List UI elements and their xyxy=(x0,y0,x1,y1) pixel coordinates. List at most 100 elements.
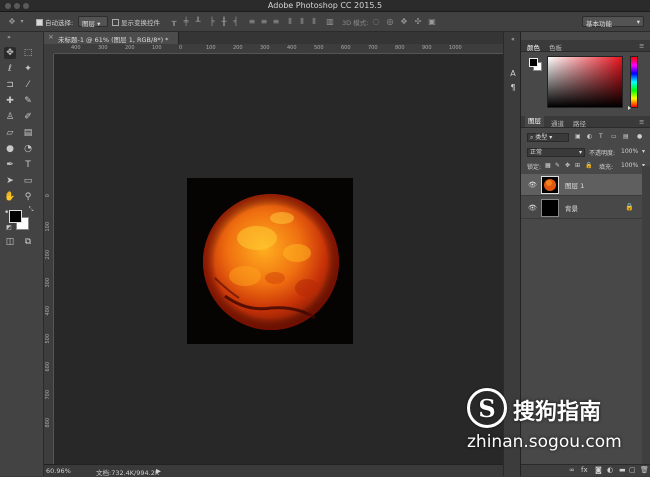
tab-channels[interactable]: 通道 xyxy=(551,118,564,128)
screen-mode-icon[interactable]: ⧉ xyxy=(22,236,34,248)
auto-align-icon[interactable]: ▥ xyxy=(326,17,334,26)
align-left-icon[interactable]: ╞ xyxy=(208,17,216,26)
path-selection-tool-icon[interactable]: ➤ xyxy=(4,175,16,187)
lock-image-icon[interactable]: ✎ xyxy=(555,162,560,169)
new-group-icon[interactable]: ▬ xyxy=(619,466,626,474)
filter-pixel-icon[interactable]: ▣ xyxy=(575,133,581,140)
layer-row-background[interactable]: 👁 背景 🔒 xyxy=(521,197,642,219)
link-layers-icon[interactable]: ∞ xyxy=(569,466,575,474)
add-mask-icon[interactable]: ◙ xyxy=(595,466,602,474)
3d-rotate-icon[interactable]: ◌ xyxy=(372,17,380,26)
align-right-icon[interactable]: ╡ xyxy=(232,17,240,26)
lasso-tool-icon[interactable]: ℓ xyxy=(4,63,16,75)
3d-slide-icon[interactable]: ✣ xyxy=(414,17,422,26)
eyedropper-tool-icon[interactable]: ⁄ xyxy=(22,79,34,91)
dodge-tool-icon[interactable]: ◔ xyxy=(22,143,34,155)
fill-value[interactable]: 100% xyxy=(621,162,638,169)
collapse-toolbox-icon[interactable]: » xyxy=(3,34,15,42)
swap-colors-icon[interactable]: ⤡ xyxy=(25,204,37,216)
align-top-icon[interactable]: ╥ xyxy=(170,17,178,26)
zoom-tool-icon[interactable]: ⚲ xyxy=(22,191,34,203)
blend-mode-dropdown[interactable]: 正常 ▾ xyxy=(527,148,585,157)
delete-layer-icon[interactable]: 🗑 xyxy=(640,466,649,474)
distribute-hcenter-icon[interactable]: ⦀ xyxy=(298,17,306,26)
document-tab[interactable]: × 未标题-1 @ 61% (图层 1, RGB/8*) * xyxy=(44,32,179,44)
3d-roll-icon[interactable]: ◎ xyxy=(386,17,394,26)
type-tool-icon[interactable]: T xyxy=(22,159,34,171)
healing-brush-tool-icon[interactable]: ✚ xyxy=(4,95,16,107)
3d-drag-icon[interactable]: ✥ xyxy=(400,17,408,26)
magic-wand-tool-icon[interactable]: ✦ xyxy=(22,63,34,75)
ruler-origin[interactable] xyxy=(44,44,54,54)
character-panel-icon[interactable]: A xyxy=(508,69,518,79)
brush-tool-icon[interactable]: ✎ xyxy=(22,95,34,107)
filter-adjustment-icon[interactable]: ◐ xyxy=(587,133,592,140)
align-hcenter-icon[interactable]: ╫ xyxy=(220,17,228,26)
document-canvas[interactable] xyxy=(187,178,353,344)
close-tab-icon[interactable]: × xyxy=(48,33,54,41)
quick-mask-icon[interactable]: ◫ xyxy=(4,236,16,248)
filter-shape-icon[interactable]: ▭ xyxy=(611,133,617,140)
hue-slider-marker[interactable] xyxy=(628,106,631,110)
layer-name[interactable]: 图层 1 xyxy=(565,180,584,190)
3d-scale-icon[interactable]: ▣ xyxy=(428,17,436,26)
history-brush-tool-icon[interactable]: ✐ xyxy=(22,111,34,123)
show-transform-checkbox[interactable]: 显示变换控件 xyxy=(112,17,160,27)
pen-tool-icon[interactable]: ✒ xyxy=(4,159,16,171)
eraser-tool-icon[interactable]: ▱ xyxy=(4,127,16,139)
lock-position-icon[interactable]: ✥ xyxy=(565,162,570,169)
paragraph-panel-icon[interactable]: ¶ xyxy=(508,83,518,93)
tab-color[interactable]: 颜色 xyxy=(527,42,540,52)
gradient-tool-icon[interactable]: ▤ xyxy=(22,127,34,139)
tab-paths[interactable]: 路径 xyxy=(573,118,586,128)
filter-toggle-icon[interactable]: ● xyxy=(637,133,642,140)
lock-transparent-icon[interactable]: ▦ xyxy=(545,162,551,169)
move-tool-icon[interactable]: ✥ xyxy=(8,17,16,26)
tool-preset-chevron-icon[interactable]: ▾ xyxy=(18,17,26,26)
adjustment-layer-icon[interactable]: ◐ xyxy=(607,466,613,474)
distribute-right-icon[interactable]: ⦀ xyxy=(310,17,318,26)
color-panel-foreground-swatch[interactable] xyxy=(529,58,538,67)
blur-tool-icon[interactable]: ● xyxy=(4,143,16,155)
layer-name[interactable]: 背景 xyxy=(565,203,578,213)
panel-menu-icon[interactable]: ≡ xyxy=(639,42,644,50)
new-layer-icon[interactable]: ▢ xyxy=(629,466,636,474)
color-spectrum-picker[interactable] xyxy=(547,56,623,108)
status-menu-icon[interactable]: ▶ xyxy=(156,467,161,475)
distribute-vcenter-icon[interactable]: ≡ xyxy=(260,17,268,26)
shape-tool-icon[interactable]: ▭ xyxy=(22,175,34,187)
lock-all-icon[interactable]: 🔒 xyxy=(585,162,592,169)
foreground-color-swatch[interactable] xyxy=(9,210,22,223)
auto-select-checkbox[interactable]: 自动选择: xyxy=(36,17,73,27)
layer-style-icon[interactable]: fx xyxy=(581,466,588,474)
tab-layers[interactable]: 图层 xyxy=(525,116,544,127)
zoom-level[interactable]: 60.96% xyxy=(46,467,71,475)
tab-swatches[interactable]: 色板 xyxy=(549,42,562,52)
opacity-value[interactable]: 100% xyxy=(621,148,638,155)
auto-select-target-dropdown[interactable]: 图层 ▾ xyxy=(78,16,108,28)
lock-artboard-icon[interactable]: ⊞ xyxy=(575,162,580,169)
lock-icon[interactable]: 🔒 xyxy=(625,203,634,211)
distribute-top-icon[interactable]: ≡ xyxy=(248,17,256,26)
panel-menu-icon[interactable]: ≡ xyxy=(639,118,644,126)
horizontal-ruler[interactable]: 5004003002001000100200300400500600700800… xyxy=(54,44,520,54)
crop-tool-icon[interactable]: ⊐ xyxy=(4,79,16,91)
marquee-tool-icon[interactable]: ⬚ xyxy=(22,47,34,59)
workspace-dropdown[interactable]: 基本功能 ▾ xyxy=(582,16,644,28)
filter-type-icon[interactable]: T xyxy=(599,133,603,140)
expand-panels-icon[interactable]: « xyxy=(508,35,518,45)
visibility-eye-icon[interactable]: 👁 xyxy=(528,204,537,212)
layers-scrollbar[interactable] xyxy=(642,166,650,464)
align-vcenter-icon[interactable]: ╪ xyxy=(182,17,190,26)
vertical-ruler[interactable]: 0 100 200 300 400 500 600 700 800 xyxy=(44,54,54,466)
align-bottom-icon[interactable]: ╨ xyxy=(194,17,202,26)
visibility-eye-icon[interactable]: 👁 xyxy=(528,181,537,189)
distribute-left-icon[interactable]: ⦀ xyxy=(286,17,294,26)
layer-filter-dropdown[interactable]: ⌕ 类型 ▾ xyxy=(527,133,569,142)
filter-smart-object-icon[interactable]: ▤ xyxy=(623,133,629,140)
layer-row-layer1[interactable]: 👁 图层 1 xyxy=(521,174,642,196)
distribute-bottom-icon[interactable]: ≡ xyxy=(272,17,280,26)
clone-stamp-tool-icon[interactable]: ♙ xyxy=(4,111,16,123)
opacity-chevron-icon[interactable]: ▾ xyxy=(642,148,645,155)
hand-tool-icon[interactable]: ✋ xyxy=(4,191,16,203)
